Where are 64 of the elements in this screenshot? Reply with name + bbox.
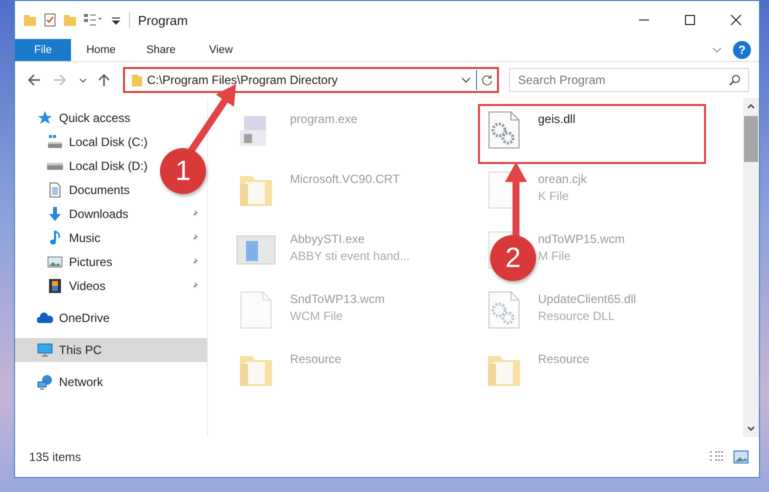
- nav-label: Local Disk (D:): [69, 159, 148, 173]
- address-path: C:\Program Files\Program Directory: [147, 73, 339, 87]
- search-field[interactable]: Search Program: [509, 68, 749, 92]
- nav-label: Documents: [69, 183, 130, 197]
- nav-item[interactable]: Downloads: [15, 202, 207, 226]
- help-button[interactable]: ?: [733, 41, 751, 59]
- nav-item[interactable]: Local Disk (D:): [15, 154, 156, 178]
- refresh-icon[interactable]: [481, 74, 493, 86]
- nav-item[interactable]: OneDrive: [15, 306, 118, 330]
- address-bar[interactable]: C:\Program Files\Program Directory: [123, 67, 499, 93]
- file-type: WCM File: [290, 309, 344, 323]
- nav-label: Music: [69, 231, 102, 245]
- nav-label: Downloads: [69, 207, 130, 221]
- ribbon-tab[interactable]: View: [191, 39, 251, 61]
- pictures-icon: [47, 254, 63, 270]
- nav-label: Local Disk (C:): [69, 135, 148, 149]
- large-icons-view-icon[interactable]: [733, 450, 749, 464]
- maximize-icon: [684, 14, 696, 26]
- nav-label: Pictures: [69, 255, 114, 269]
- search-icon: [729, 74, 741, 86]
- file-type: M File: [538, 249, 572, 263]
- file-type: K File: [538, 189, 570, 203]
- ribbon-tab[interactable]: Home: [71, 39, 131, 61]
- nav-item[interactable]: Local Disk (C:): [15, 130, 156, 154]
- folder-icon: [131, 72, 143, 88]
- file-type: ABBY sti event hand...: [290, 249, 410, 263]
- star-icon: [37, 110, 53, 126]
- nav-item[interactable]: Music: [15, 226, 207, 250]
- download-arrow-icon: [47, 206, 63, 222]
- file-name: geis.dll: [538, 112, 576, 126]
- drive-icon: [47, 134, 63, 150]
- caret-icon[interactable]: [79, 76, 87, 84]
- back-arrow-icon[interactable]: [27, 73, 41, 87]
- up-arrow-icon[interactable]: [97, 73, 111, 87]
- properties-icon[interactable]: [83, 12, 103, 28]
- close-icon: [730, 14, 742, 26]
- cloud-icon: [37, 310, 53, 326]
- nav-item[interactable]: Videos: [15, 274, 207, 298]
- monitor-icon: [37, 342, 53, 358]
- file-type: Resource DLL: [538, 309, 616, 323]
- music-note-icon: [47, 230, 63, 246]
- item-count: 135 items: [29, 450, 82, 464]
- nav-label: Network: [59, 375, 104, 389]
- nav-item[interactable]: Quick access: [15, 106, 138, 130]
- document-icon: [47, 182, 63, 198]
- network-icon: [37, 374, 53, 390]
- ribbon-tab[interactable]: File: [15, 39, 71, 61]
- file-item[interactable]: geis.dll: [478, 104, 706, 164]
- nav-item[interactable]: This PC: [15, 338, 207, 362]
- nav-label: Quick access: [59, 111, 130, 125]
- nav-label: This PC: [59, 343, 103, 357]
- window-title: Program: [138, 12, 188, 28]
- nav-item[interactable]: Pictures: [15, 250, 207, 274]
- nav-label: OneDrive: [59, 311, 110, 325]
- nav-label: Videos: [69, 279, 106, 293]
- checklist-icon[interactable]: [43, 12, 57, 28]
- scrollbar[interactable]: [743, 98, 759, 437]
- ribbon-tab[interactable]: Share: [131, 39, 191, 61]
- film-icon: [47, 278, 63, 294]
- minimize-icon: [638, 19, 650, 21]
- nav-item[interactable]: Network: [15, 370, 112, 394]
- nav-item[interactable]: Documents: [15, 178, 138, 202]
- scrollbar-thumb[interactable]: [744, 116, 758, 162]
- drive-icon: [47, 162, 63, 170]
